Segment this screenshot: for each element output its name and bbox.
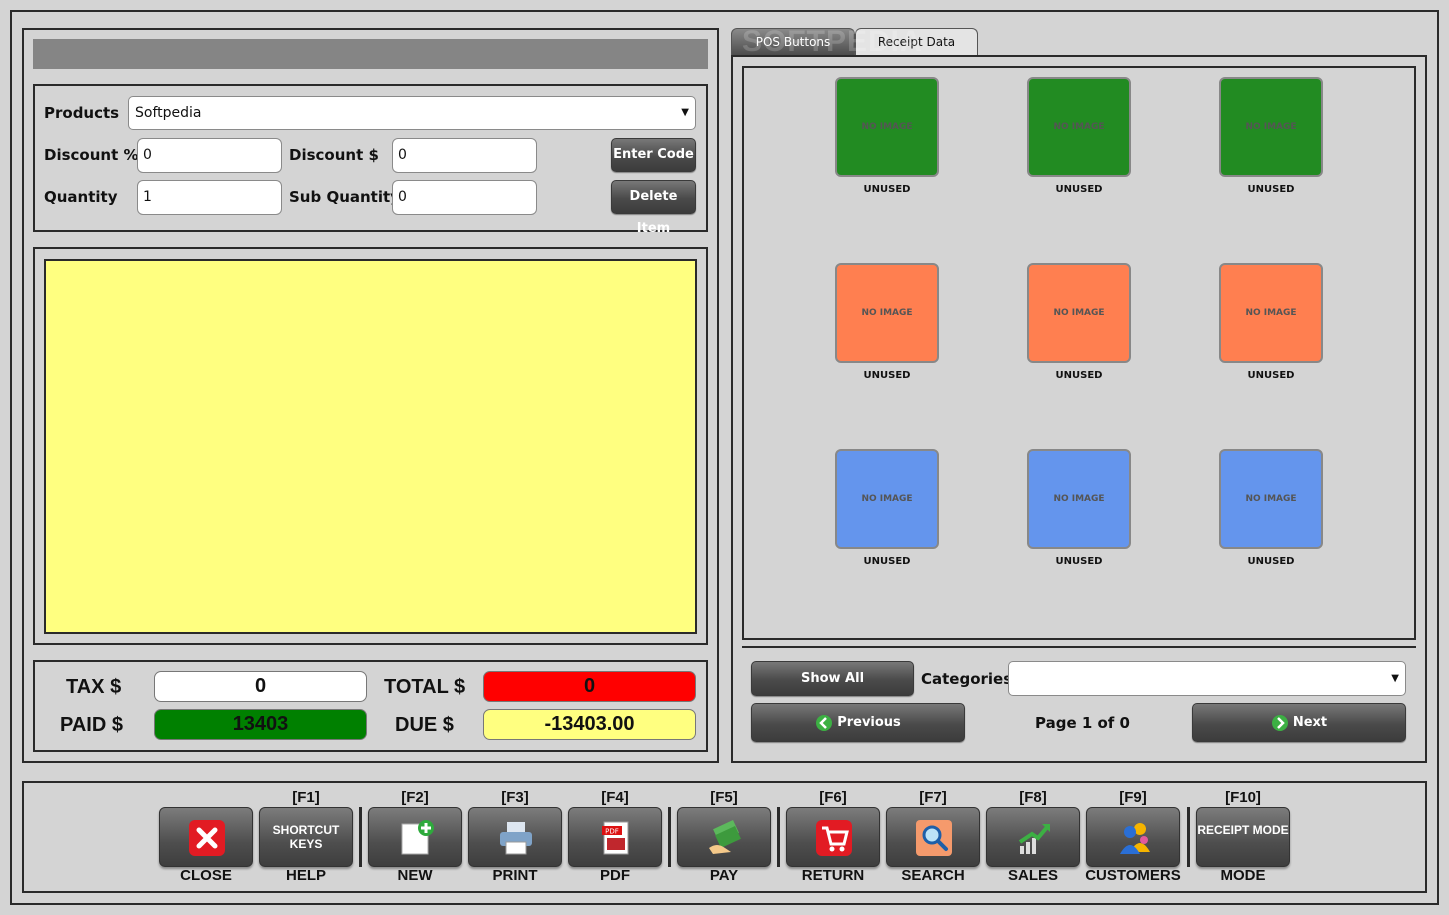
- show-all-button[interactable]: Show All: [751, 661, 914, 696]
- customers-button[interactable]: [1086, 807, 1180, 867]
- shortcut-key-label: [F8]: [1019, 789, 1047, 806]
- products-select-value: Softpedia: [135, 105, 202, 121]
- shortcut-key-label: [F4]: [601, 789, 629, 806]
- previous-button-label: Previous: [837, 715, 901, 730]
- pay-button[interactable]: [677, 807, 771, 867]
- pager-divider: [742, 646, 1416, 648]
- magnifier-icon: [914, 818, 954, 858]
- previous-button[interactable]: Previous: [751, 703, 965, 742]
- pos-tile-button[interactable]: NO IMAGE: [1027, 77, 1131, 177]
- categories-select[interactable]: ▼: [1008, 661, 1406, 696]
- sub-quantity-input[interactable]: 0: [392, 180, 537, 215]
- toolbar-separator: [359, 807, 362, 867]
- tax-value: 0: [154, 671, 367, 702]
- svg-text:PDF: PDF: [605, 828, 619, 836]
- quantity-label: Quantity: [44, 188, 118, 206]
- shortcut-key-label: [F1]: [292, 789, 320, 806]
- toolbar-button-text: RECEIPT MODE: [1197, 823, 1289, 837]
- pdf-icon: PDF: [596, 818, 636, 858]
- total-label: TOTAL $: [384, 676, 466, 698]
- pdf-button[interactable]: PDF: [568, 807, 662, 867]
- new-document-icon: [396, 818, 436, 858]
- paid-value: 13403: [154, 709, 367, 740]
- help-button[interactable]: SHORTCUT KEYS: [259, 807, 353, 867]
- pos-tile-caption: UNUSED: [863, 556, 911, 567]
- page-indicator: Page 1 of 0: [1035, 714, 1130, 732]
- receipt-items-area[interactable]: [44, 259, 697, 634]
- pos-tile-caption: UNUSED: [1247, 184, 1295, 195]
- pos-tile-caption: UNUSED: [863, 370, 911, 381]
- print-button[interactable]: [468, 807, 562, 867]
- discount-percent-input[interactable]: 0: [137, 138, 282, 173]
- discount-percent-label: Discount %: [44, 146, 139, 164]
- delete-item-button[interactable]: Delete Item: [611, 180, 696, 236]
- pos-tile-button[interactable]: NO IMAGE: [1219, 449, 1323, 549]
- enter-code-button[interactable]: Enter Code: [611, 138, 696, 172]
- pos-tile-button[interactable]: NO IMAGE: [1219, 263, 1323, 363]
- toolbar-caption: HELP: [285, 867, 326, 884]
- toolbar-separator: [668, 807, 671, 867]
- shortcut-key-label: [F5]: [710, 789, 738, 806]
- quantity-input[interactable]: 1: [137, 180, 282, 215]
- toolbar-separator: [777, 807, 780, 867]
- toolbar-separator: [1187, 807, 1190, 867]
- pos-tile-caption: UNUSED: [863, 184, 911, 195]
- chevron-down-icon: ▼: [681, 107, 689, 118]
- paid-label: PAID $: [60, 714, 123, 736]
- search-button[interactable]: [886, 807, 980, 867]
- toolbar-caption: PAY: [709, 867, 739, 884]
- shortcut-key-label: [F10]: [1225, 789, 1261, 806]
- shortcut-key-label: [F2]: [401, 789, 429, 806]
- printer-icon: [496, 818, 536, 858]
- next-button-label: Next: [1292, 715, 1328, 730]
- return-button[interactable]: [786, 807, 880, 867]
- new-button[interactable]: [368, 807, 462, 867]
- toolbar-caption: MODE: [1220, 867, 1266, 884]
- softpedia-watermark: SOFTPEDIA: [742, 25, 923, 58]
- header-bar: [33, 39, 708, 69]
- toolbar-button-text: SHORTCUT KEYS: [272, 823, 340, 851]
- arrow-left-icon: [816, 714, 833, 731]
- pos-tile-caption: UNUSED: [1055, 370, 1103, 381]
- money-icon: [705, 818, 745, 858]
- next-button[interactable]: Next: [1192, 703, 1406, 742]
- tax-label: TAX $: [66, 676, 122, 698]
- customers-icon: [1114, 818, 1154, 858]
- pos-tile-caption: UNUSED: [1247, 556, 1295, 567]
- chevron-down-icon: ▼: [1391, 673, 1399, 684]
- shortcut-key-label: [F3]: [501, 789, 529, 806]
- pos-tile-caption: UNUSED: [1055, 184, 1103, 195]
- sales-button[interactable]: [986, 807, 1080, 867]
- toolbar-caption: PDF: [600, 867, 630, 884]
- pos-tile-caption: UNUSED: [1247, 370, 1295, 381]
- cart-return-icon: [814, 818, 854, 858]
- toolbar-caption: CUSTOMERS: [1085, 867, 1181, 884]
- sub-quantity-label: Sub Quantity: [289, 188, 400, 206]
- pos-tile-button[interactable]: NO IMAGE: [835, 449, 939, 549]
- arrow-right-icon: [1271, 714, 1288, 731]
- due-label: DUE $: [395, 714, 454, 736]
- pos-tile-button[interactable]: NO IMAGE: [835, 263, 939, 363]
- pos-tile-button[interactable]: NO IMAGE: [1219, 77, 1323, 177]
- products-select[interactable]: Softpedia ▼: [128, 96, 696, 130]
- products-label: Products: [44, 104, 120, 122]
- due-value: -13403.00: [483, 709, 696, 740]
- close-icon: [187, 818, 227, 858]
- mode-button[interactable]: RECEIPT MODE: [1196, 807, 1290, 867]
- shortcut-key-label: [F6]: [819, 789, 847, 806]
- shortcut-key-label: [F7]: [919, 789, 947, 806]
- pos-tile-caption: UNUSED: [1055, 556, 1103, 567]
- categories-label: Categories: [921, 670, 1013, 688]
- shortcut-key-label: [F9]: [1119, 789, 1147, 806]
- pos-tile-button[interactable]: NO IMAGE: [835, 77, 939, 177]
- sales-chart-icon: [1014, 818, 1054, 858]
- total-value: 0: [483, 671, 696, 702]
- pos-tile-button[interactable]: NO IMAGE: [1027, 263, 1131, 363]
- discount-amount-label: Discount $: [289, 146, 379, 164]
- discount-amount-input[interactable]: 0: [392, 138, 537, 173]
- pos-tile-button[interactable]: NO IMAGE: [1027, 449, 1131, 549]
- close-button[interactable]: [159, 807, 253, 867]
